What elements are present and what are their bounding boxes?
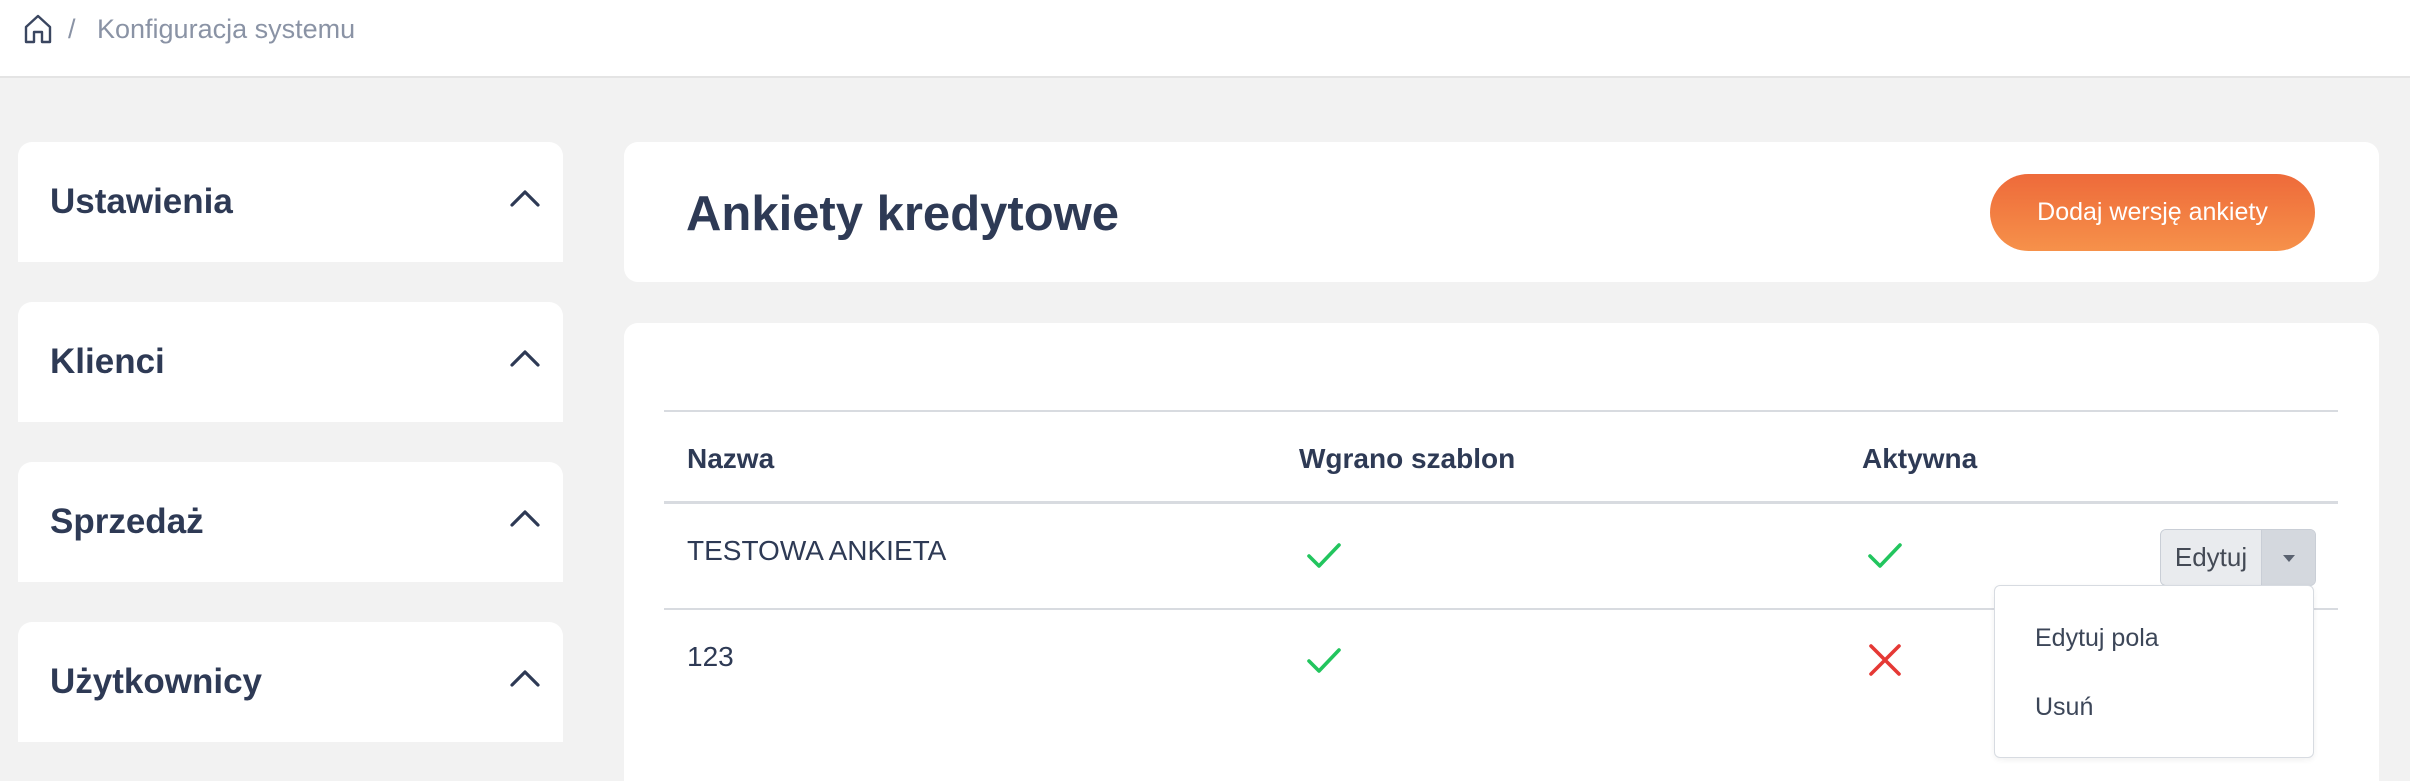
chevron-up-icon[interactable] <box>508 666 542 690</box>
chevron-up-icon[interactable] <box>508 186 542 210</box>
edit-button[interactable]: Edytuj <box>2161 530 2262 585</box>
sidebar-section-label: Ustawienia <box>50 182 233 221</box>
menu-item-delete[interactable]: Usuń <box>2035 693 2093 722</box>
column-header-wgrano-szablon[interactable]: Wgrano szablon <box>1299 443 1515 475</box>
top-bar: / Konfiguracja systemu <box>0 0 2410 78</box>
chevron-up-icon[interactable] <box>508 346 542 370</box>
sidebar-section-ustawienia[interactable]: Ustawienia <box>18 142 563 262</box>
table-top-border <box>664 410 2338 412</box>
sidebar-section-klienci[interactable]: Klienci <box>18 302 563 422</box>
page-header-card: Ankiety kredytowe Dodaj wersję ankiety <box>624 142 2379 282</box>
menu-item-edit-fields[interactable]: Edytuj pola <box>2035 624 2159 653</box>
check-icon <box>1868 543 1902 568</box>
sidebar-section-label: Użytkownicy <box>50 662 262 701</box>
page-title: Ankiety kredytowe <box>686 187 1119 241</box>
breadcrumb-current: Konfiguracja systemu <box>97 14 356 44</box>
check-icon <box>1307 648 1341 673</box>
column-header-aktywna[interactable]: Aktywna <box>1862 443 1977 475</box>
actions-dropdown-toggle[interactable] <box>2262 530 2315 585</box>
sidebar-section-label: Sprzedaż <box>50 502 204 541</box>
table-header-divider <box>664 501 2338 504</box>
chevron-up-icon[interactable] <box>508 506 542 530</box>
check-icon <box>1307 543 1341 568</box>
row-actions-split-button: Edytuj <box>2160 529 2316 586</box>
column-header-nazwa[interactable]: Nazwa <box>687 443 774 475</box>
sidebar-section-label: Klienci <box>50 342 165 381</box>
caret-down-icon <box>2282 554 2295 562</box>
row-actions-dropdown-menu: Edytuj pola Usuń <box>1994 585 2314 758</box>
breadcrumb-separator: / <box>68 14 76 44</box>
row-name-cell: 123 <box>687 641 734 672</box>
sidebar-section-sprzedaz[interactable]: Sprzedaż <box>18 462 563 582</box>
add-survey-version-button[interactable]: Dodaj wersję ankiety <box>1990 174 2315 251</box>
cross-icon <box>1869 644 1901 676</box>
row-name-cell: TESTOWA ANKIETA <box>687 535 947 566</box>
home-icon[interactable] <box>22 13 54 45</box>
sidebar-section-uzytkownicy[interactable]: Użytkownicy <box>18 622 563 742</box>
